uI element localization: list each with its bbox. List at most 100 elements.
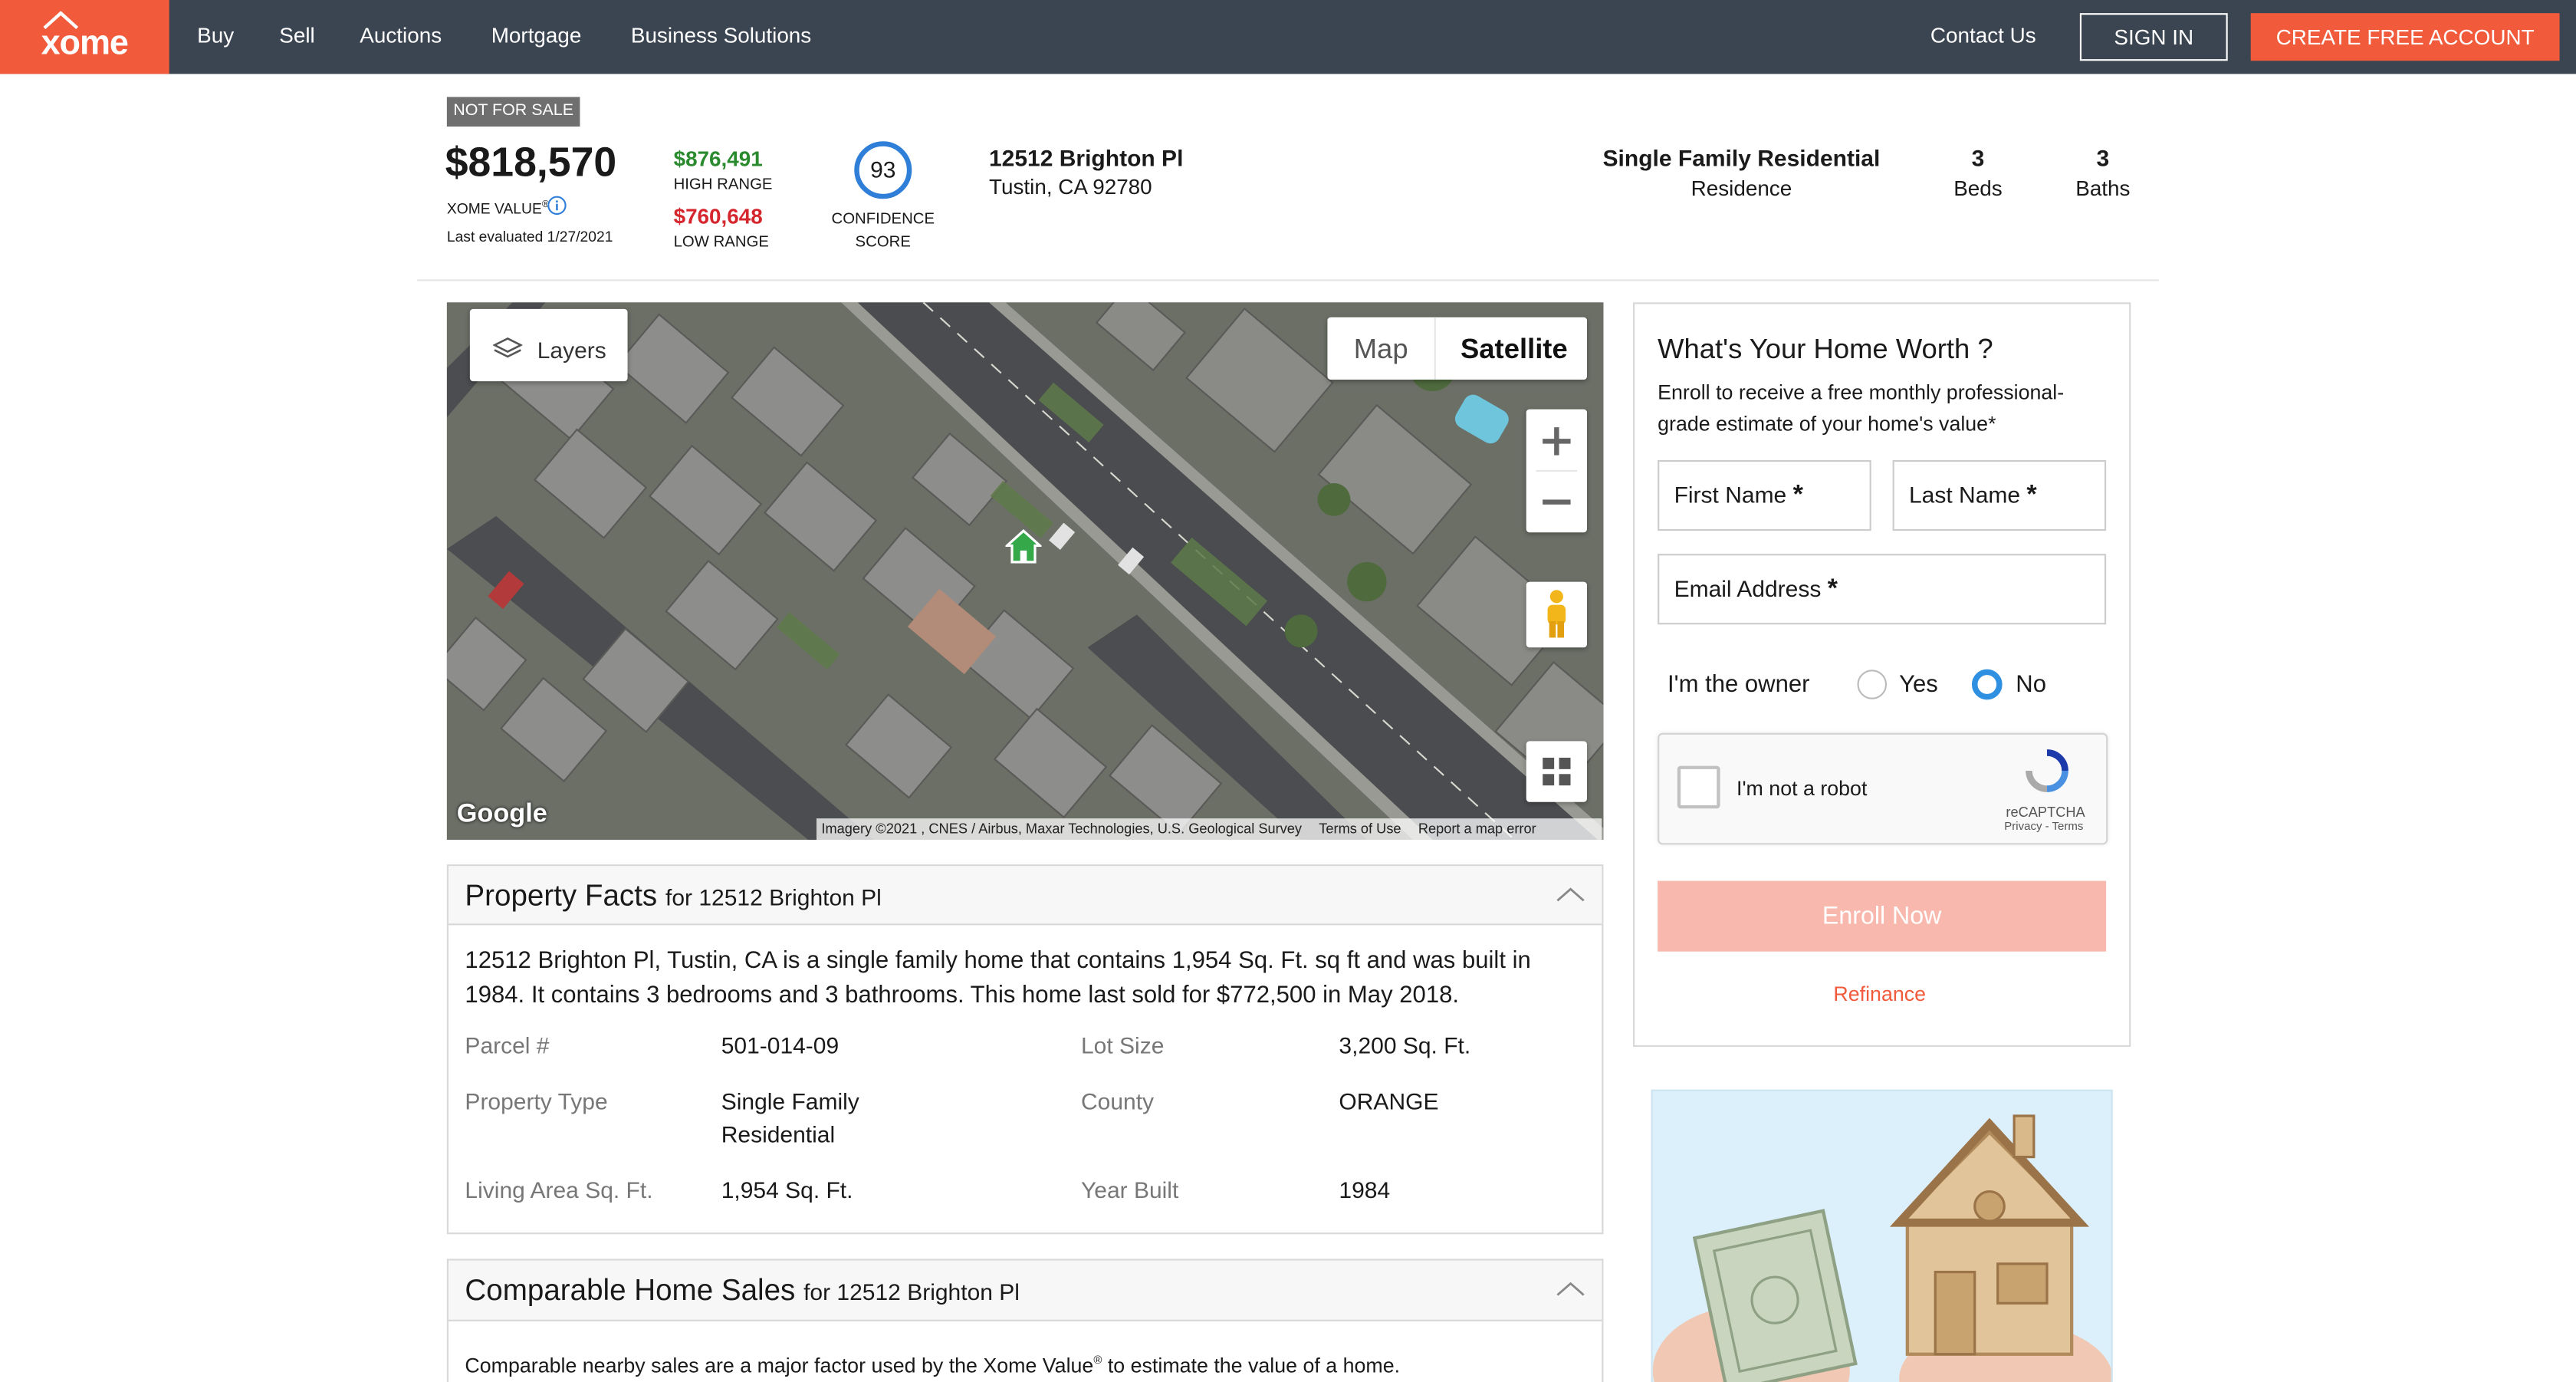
- map-tab[interactable]: Map: [1354, 334, 1408, 367]
- create-account-button[interactable]: CREATE FREE ACCOUNT: [2250, 13, 2560, 61]
- confidence-score-ring: 93: [854, 141, 912, 199]
- form-subtitle-1: Enroll to receive a free monthly profess…: [1658, 381, 2065, 405]
- beds-value: 3: [1971, 144, 1985, 171]
- last-name-placeholder: Last Name: [1909, 481, 2021, 508]
- xome-value-price: $818,570: [445, 140, 617, 186]
- email-placeholder: Email Address: [1674, 575, 1822, 602]
- xome-value-label-text: XOME VALUE: [446, 200, 542, 217]
- chevron-up-icon[interactable]: [1556, 886, 1585, 902]
- map-attribution: Imagery ©2021 , CNES / Airbus, Maxar Tec…: [816, 818, 1602, 840]
- comparable-sales-header[interactable]: Comparable Home Sales for 12512 Brighton…: [449, 1260, 1602, 1321]
- recaptcha-logo-icon: [2026, 749, 2068, 792]
- property-pin-icon[interactable]: [1005, 529, 1042, 565]
- score-label: SCORE: [855, 233, 911, 252]
- comparable-title-text: Comparable Home Sales: [465, 1273, 796, 1307]
- tab-divider: [1434, 317, 1436, 380]
- parcel-label: Parcel #: [465, 1032, 550, 1058]
- property-facts-title: Property Facts for 12512 Brighton Pl: [465, 879, 881, 913]
- refinance-link[interactable]: Refinance: [1833, 982, 1926, 1005]
- property-facts-title-text: Property Facts: [465, 879, 658, 913]
- baths-summary: 3 Baths: [2063, 145, 2142, 201]
- living-area-value: 1,954 Sq. Ft.: [721, 1176, 853, 1203]
- layers-icon: [492, 337, 523, 358]
- form-subtitle-2: grade estimate of your home's value*: [1658, 412, 1996, 436]
- nav-business-solutions[interactable]: Business Solutions: [631, 23, 811, 48]
- form-subtitle: Enroll to receive a free monthly profess…: [1658, 378, 2064, 440]
- zoom-in-icon[interactable]: [1541, 426, 1572, 457]
- property-type-value: Single Family Residential: [1602, 144, 1881, 171]
- comparable-desc-b: to estimate the value of a home.: [1102, 1354, 1401, 1377]
- top-nav-bar: xome Buy Sell Auctions Mortgage Business…: [0, 0, 2576, 74]
- no-radio-selected[interactable]: [1971, 669, 2003, 700]
- required-mark: *: [1792, 481, 1803, 510]
- nav-mortgage[interactable]: Mortgage: [491, 23, 582, 48]
- nav-buy[interactable]: Buy: [197, 23, 234, 48]
- last-name-field[interactable]: Last Name *: [1892, 460, 2107, 531]
- comparable-desc-a: Comparable nearby sales are a major fact…: [465, 1354, 1094, 1377]
- captcha-links[interactable]: Privacy - Terms: [2004, 821, 2083, 833]
- form-title: What's Your Home Worth ?: [1658, 334, 1993, 365]
- high-range-value: $876,491: [673, 146, 763, 171]
- no-label[interactable]: No: [2016, 672, 2046, 698]
- map-type-switch: Map Satellite: [1327, 317, 1587, 380]
- terms-link[interactable]: Terms of Use: [1319, 820, 1401, 836]
- summary-divider: [417, 279, 2159, 281]
- satellite-tab[interactable]: Satellite: [1460, 334, 1568, 367]
- parcel-value: 501-014-09: [721, 1032, 840, 1058]
- property-type-value-1: Single Family: [721, 1088, 859, 1114]
- enroll-now-button[interactable]: Enroll Now: [1658, 880, 2107, 952]
- address-city: Tustin, CA 92780: [989, 174, 1152, 199]
- comparable-sales-title: Comparable Home Sales for 12512 Brighton…: [465, 1274, 1020, 1308]
- zoom-control: [1526, 409, 1587, 533]
- xome-value-label: XOME VALUE®: [447, 200, 549, 216]
- property-type-label: Property Type: [465, 1088, 608, 1114]
- low-range-value: $760,648: [673, 203, 763, 229]
- xome-logo[interactable]: xome: [0, 0, 169, 74]
- layers-button[interactable]: Layers: [469, 308, 628, 382]
- property-facts-header[interactable]: Property Facts for 12512 Brighton Pl: [449, 866, 1602, 926]
- report-map-error-link[interactable]: Report a map error: [1418, 820, 1536, 836]
- yes-label[interactable]: Yes: [1899, 672, 1938, 698]
- address-street: 12512 Brighton Pl: [989, 144, 1184, 171]
- street-view-button[interactable]: [1526, 581, 1587, 648]
- advertisement-image[interactable]: [1651, 1089, 2113, 1382]
- grid-icon: [1543, 757, 1571, 786]
- imagery-credit: Imagery ©2021 , CNES / Airbus, Maxar Tec…: [821, 820, 1303, 837]
- living-area-label: Living Area Sq. Ft.: [465, 1176, 653, 1203]
- yes-radio[interactable]: [1856, 669, 1888, 700]
- zoom-out-icon[interactable]: [1541, 486, 1572, 518]
- lot-size-label: Lot Size: [1081, 1032, 1165, 1058]
- satellite-map[interactable]: Layers Map Satellite Google: [446, 302, 1604, 840]
- beds-label: Beds: [1953, 176, 2003, 201]
- chevron-up-icon[interactable]: [1556, 1280, 1585, 1296]
- contact-us-link[interactable]: Contact Us: [1930, 23, 2036, 48]
- first-name-field[interactable]: First Name *: [1658, 460, 1871, 531]
- hands-money-house-illustration: [1652, 1091, 2111, 1382]
- property-facts-for: for 12512 Brighton Pl: [665, 883, 882, 911]
- property-facts-panel: Property Facts for 12512 Brighton Pl 125…: [446, 864, 1604, 1235]
- baths-label: Baths: [2075, 176, 2131, 201]
- comparable-sales-panel: Comparable Home Sales for 12512 Brighton…: [446, 1259, 1604, 1382]
- description-line-2: 1984. It contains 3 bedrooms and 3 bathr…: [465, 982, 1460, 1009]
- info-icon[interactable]: [547, 196, 567, 216]
- sign-in-button[interactable]: SIGN IN: [2079, 13, 2228, 61]
- owner-label: I'm the owner: [1668, 672, 1810, 699]
- baths-value: 3: [2096, 144, 2110, 171]
- beds-summary: 3 Beds: [1939, 145, 2018, 201]
- nav-auctions[interactable]: Auctions: [360, 23, 442, 48]
- county-label: County: [1081, 1088, 1155, 1114]
- pegman-icon: [1547, 590, 1566, 638]
- captcha-checkbox[interactable]: [1677, 765, 1720, 809]
- year-built-value: 1984: [1339, 1176, 1391, 1203]
- nav-sell[interactable]: Sell: [279, 23, 314, 48]
- google-logo: Google: [456, 800, 547, 828]
- high-range-label: HIGH RANGE: [673, 176, 773, 194]
- fullscreen-grid-button[interactable]: [1526, 741, 1587, 802]
- lot-size-value: 3,200 Sq. Ft.: [1339, 1032, 1471, 1058]
- property-type-summary: Single Family Residential Residence: [1577, 145, 1906, 201]
- layers-label: Layers: [537, 337, 606, 364]
- email-field[interactable]: Email Address *: [1658, 554, 2107, 625]
- recaptcha-widget: I'm not a robot reCAPTCHA Privacy - Term…: [1658, 732, 2108, 845]
- comparable-for: for 12512 Brighton Pl: [803, 1278, 1020, 1305]
- property-type-value-2: Residential: [721, 1120, 836, 1147]
